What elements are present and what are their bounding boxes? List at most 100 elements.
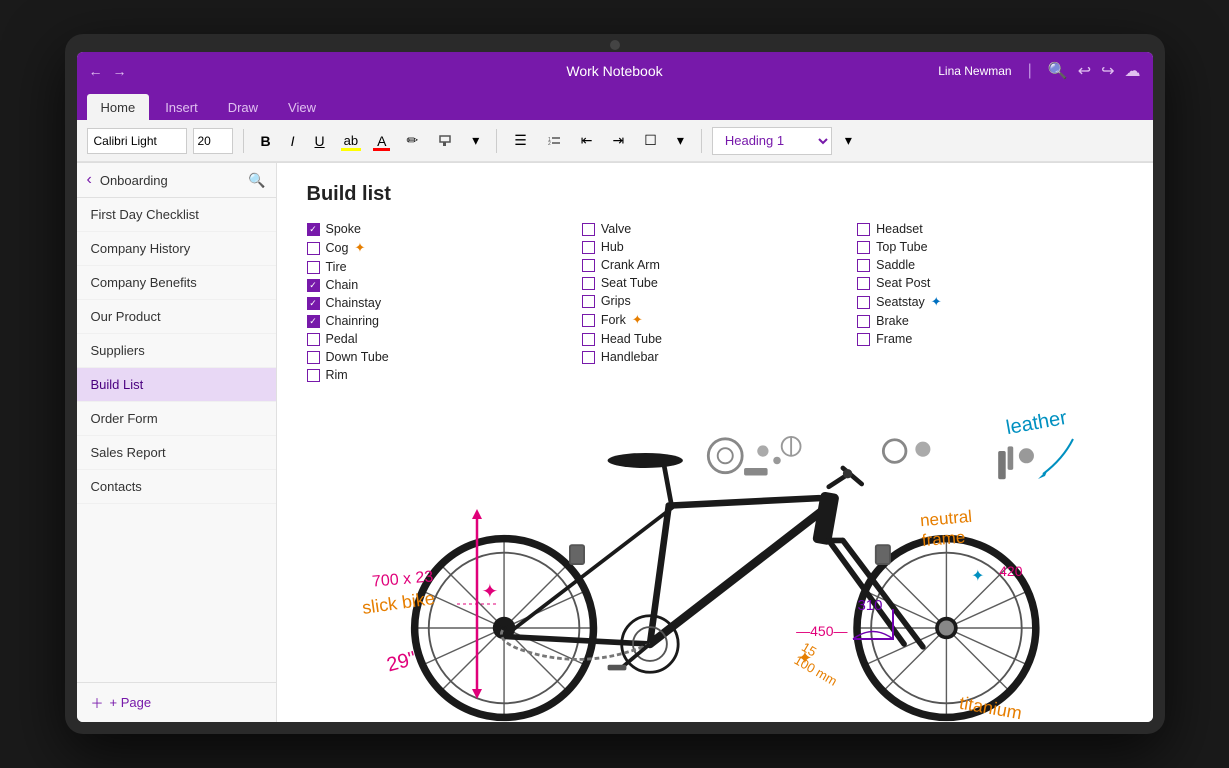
checkbox-down-tube[interactable] [307, 351, 320, 364]
tab-insert[interactable]: Insert [151, 94, 212, 120]
star-fork: ✦ [632, 312, 643, 328]
check-down-tube[interactable]: Down Tube [307, 348, 572, 366]
decrease-indent[interactable]: ⇤ [574, 128, 600, 154]
checklist-dropdown[interactable]: ▾ [670, 128, 691, 154]
checkbox-saddle[interactable] [857, 259, 870, 272]
check-saddle[interactable]: Saddle [857, 256, 1122, 274]
checkbox-seat-post[interactable] [857, 277, 870, 290]
check-seatstay[interactable]: Seatstay ✦ [857, 292, 1122, 312]
cloud-icon[interactable]: ☁ [1125, 61, 1141, 81]
checkbox-crank-arm[interactable] [582, 259, 595, 272]
undo-icon[interactable]: ↩ [1078, 61, 1091, 81]
checkbox-headset[interactable] [857, 223, 870, 236]
tab-view[interactable]: View [274, 94, 330, 120]
underline-button[interactable]: U [308, 128, 332, 154]
heading-dropdown[interactable]: ▾ [838, 128, 859, 154]
checkbox-hub[interactable] [582, 241, 595, 254]
checkbox-top-tube[interactable] [857, 241, 870, 254]
check-rim[interactable]: Rim [307, 366, 572, 384]
sidebar-item-contacts[interactable]: Contacts [77, 470, 276, 504]
font-selector[interactable] [87, 128, 187, 154]
search-icon[interactable]: 🔍 [1048, 61, 1068, 81]
checkbox-pedal[interactable] [307, 333, 320, 346]
checkbox-chain[interactable] [307, 279, 320, 292]
check-hub[interactable]: Hub [582, 238, 847, 256]
checkbox-cog[interactable] [307, 242, 320, 255]
checkbox-head-tube[interactable] [582, 333, 595, 346]
eraser-button[interactable]: ✏ [399, 128, 425, 154]
check-seat-post[interactable]: Seat Post [857, 274, 1122, 292]
check-chain[interactable]: Chain [307, 276, 572, 294]
italic-button[interactable]: I [284, 128, 302, 154]
add-page-button[interactable]: ＋ + Page [77, 682, 276, 722]
checkbox-valve[interactable] [582, 223, 595, 236]
font-size-input[interactable] [193, 128, 233, 154]
check-head-tube[interactable]: Head Tube [582, 330, 847, 348]
check-chainstay[interactable]: Chainstay [307, 294, 572, 312]
checkbox-tire[interactable] [307, 261, 320, 274]
checkbox-spoke[interactable] [307, 223, 320, 236]
check-seat-tube[interactable]: Seat Tube [582, 274, 847, 292]
sidebar-item-company-history[interactable]: Company History [77, 232, 276, 266]
checkbox-rim[interactable] [307, 369, 320, 382]
redo-icon[interactable]: ↪ [1101, 61, 1114, 81]
sidebar-item-our-product[interactable]: Our Product [77, 300, 276, 334]
sidebar-item-order-form[interactable]: Order Form [77, 402, 276, 436]
check-top-tube[interactable]: Top Tube [857, 238, 1122, 256]
check-brake[interactable]: Brake [857, 312, 1122, 330]
check-grips[interactable]: Grips [582, 292, 847, 310]
back-button[interactable]: ← [89, 63, 103, 79]
check-fork[interactable]: Fork ✦ [582, 310, 847, 330]
check-valve[interactable]: Valve [582, 220, 847, 238]
increase-indent[interactable]: ⇥ [606, 128, 632, 154]
sidebar-search-icon[interactable]: 🔍 [248, 172, 265, 189]
checkbox-seat-tube[interactable] [582, 277, 595, 290]
checkbox-frame[interactable] [857, 333, 870, 346]
checkbox-button[interactable]: ☐ [637, 128, 664, 154]
label-hub: Hub [601, 240, 624, 254]
tab-draw[interactable]: Draw [214, 94, 272, 120]
checkbox-seatstay[interactable] [857, 296, 870, 309]
numbering-button[interactable]: 1 2 [540, 128, 568, 154]
more-format-button[interactable]: ▾ [465, 128, 486, 154]
bullets-button[interactable]: ☰ [507, 128, 534, 154]
label-chain: Chain [326, 278, 359, 292]
forward-button[interactable]: → [113, 63, 127, 79]
highlight-button[interactable]: ab [338, 128, 364, 154]
checkbox-fork[interactable] [582, 314, 595, 327]
checkbox-handlebar[interactable] [582, 351, 595, 364]
check-tire[interactable]: Tire [307, 258, 572, 276]
bold-button[interactable]: B [254, 128, 278, 154]
star-cog: ✦ [354, 240, 365, 256]
sidebar-item-company-benefits[interactable]: Company Benefits [77, 266, 276, 300]
heading-selector[interactable]: Heading 1 Heading 2 Normal [712, 127, 832, 155]
check-handlebar[interactable]: Handlebar [582, 348, 847, 366]
format-painter[interactable] [431, 128, 459, 154]
check-cog[interactable]: Cog ✦ [307, 238, 572, 258]
check-headset[interactable]: Headset [857, 220, 1122, 238]
check-pedal[interactable]: Pedal [307, 330, 572, 348]
check-crank-arm[interactable]: Crank Arm [582, 256, 847, 274]
font-color-button[interactable]: A [370, 128, 393, 154]
check-frame[interactable]: Frame [857, 330, 1122, 348]
star-seatstay: ✦ [931, 294, 942, 310]
checkbox-chainring[interactable] [307, 315, 320, 328]
checkbox-grips[interactable] [582, 295, 595, 308]
sidebar-item-suppliers[interactable]: Suppliers [77, 334, 276, 368]
check-spoke[interactable]: Spoke [307, 220, 572, 238]
checkbox-brake[interactable] [857, 315, 870, 328]
main-area: ‹ Onboarding 🔍 First Day Checklist Compa… [77, 163, 1153, 722]
checkbox-chainstay[interactable] [307, 297, 320, 310]
ribbon-tabs: Home Insert Draw View [77, 90, 1153, 120]
sidebar: ‹ Onboarding 🔍 First Day Checklist Compa… [77, 163, 277, 722]
sidebar-nav: First Day Checklist Company History Comp… [77, 198, 276, 682]
label-brake: Brake [876, 314, 909, 328]
check-chainring[interactable]: Chainring [307, 312, 572, 330]
sidebar-header: ‹ Onboarding 🔍 [77, 163, 276, 198]
sidebar-item-first-day[interactable]: First Day Checklist [77, 198, 276, 232]
nav-buttons: ← → [89, 63, 127, 79]
sidebar-item-build-list[interactable]: Build List [77, 368, 276, 402]
tab-home[interactable]: Home [87, 94, 150, 120]
sidebar-back-button[interactable]: ‹ [87, 171, 92, 189]
sidebar-item-sales-report[interactable]: Sales Report [77, 436, 276, 470]
